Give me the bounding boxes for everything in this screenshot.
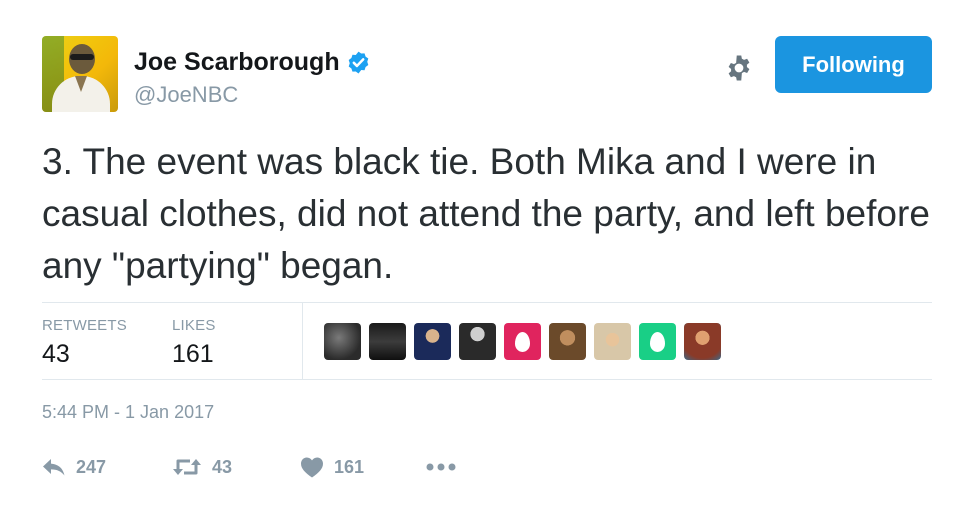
egg-icon (650, 331, 665, 352)
gear-icon[interactable] (724, 53, 754, 83)
stats-divider (302, 303, 303, 379)
reply-icon (43, 459, 65, 476)
default-egg-avatar[interactable] (504, 323, 541, 360)
retweets-value: 43 (42, 340, 70, 368)
like-button[interactable]: 161 (300, 456, 364, 478)
default-egg-avatar[interactable] (639, 323, 676, 360)
retweet-count: 43 (212, 456, 233, 477)
more-dots-icon (426, 463, 456, 471)
retweets-label: RETWEETS (42, 317, 127, 334)
liker-avatar-2[interactable] (369, 323, 406, 360)
tweet-header: Joe Scarborough @JoeNBC Following (42, 36, 932, 112)
reply-button[interactable]: 247 (42, 457, 106, 478)
likes-label: LIKES (172, 317, 216, 334)
tweet-stats: RETWEETS 43 LIKES 161 (42, 302, 932, 380)
user-handle[interactable]: @JoeNBC (134, 82, 238, 108)
heart-icon (301, 457, 323, 478)
more-actions-button[interactable] (426, 462, 456, 472)
like-count: 161 (334, 456, 365, 477)
tweet-timestamp[interactable]: 5:44 PM - 1 Jan 2017 (42, 402, 214, 423)
likes-stat[interactable]: LIKES 161 (172, 317, 216, 369)
liker-avatars (324, 323, 721, 360)
liker-avatar-7[interactable] (594, 323, 631, 360)
avatar-glasses (70, 54, 94, 60)
retweet-icon (173, 459, 201, 475)
following-button[interactable]: Following (775, 36, 932, 93)
liker-avatar-3[interactable] (414, 323, 451, 360)
liker-avatar-9[interactable] (684, 323, 721, 360)
retweet-button[interactable]: 43 (172, 457, 232, 478)
name-row: Joe Scarborough (134, 48, 371, 77)
tweet-text: 3. The event was black tie. Both Mika an… (42, 141, 930, 286)
liker-avatar-1[interactable] (324, 323, 361, 360)
verified-badge-icon (348, 51, 368, 74)
likes-value: 161 (172, 340, 214, 368)
user-avatar[interactable] (42, 36, 118, 112)
user-name[interactable]: Joe Scarborough (134, 48, 340, 77)
retweets-stat[interactable]: RETWEETS 43 (42, 317, 127, 369)
reply-count: 247 (76, 456, 107, 477)
liker-avatar-6[interactable] (549, 323, 586, 360)
egg-icon (515, 331, 530, 352)
liker-avatar-4[interactable] (459, 323, 496, 360)
